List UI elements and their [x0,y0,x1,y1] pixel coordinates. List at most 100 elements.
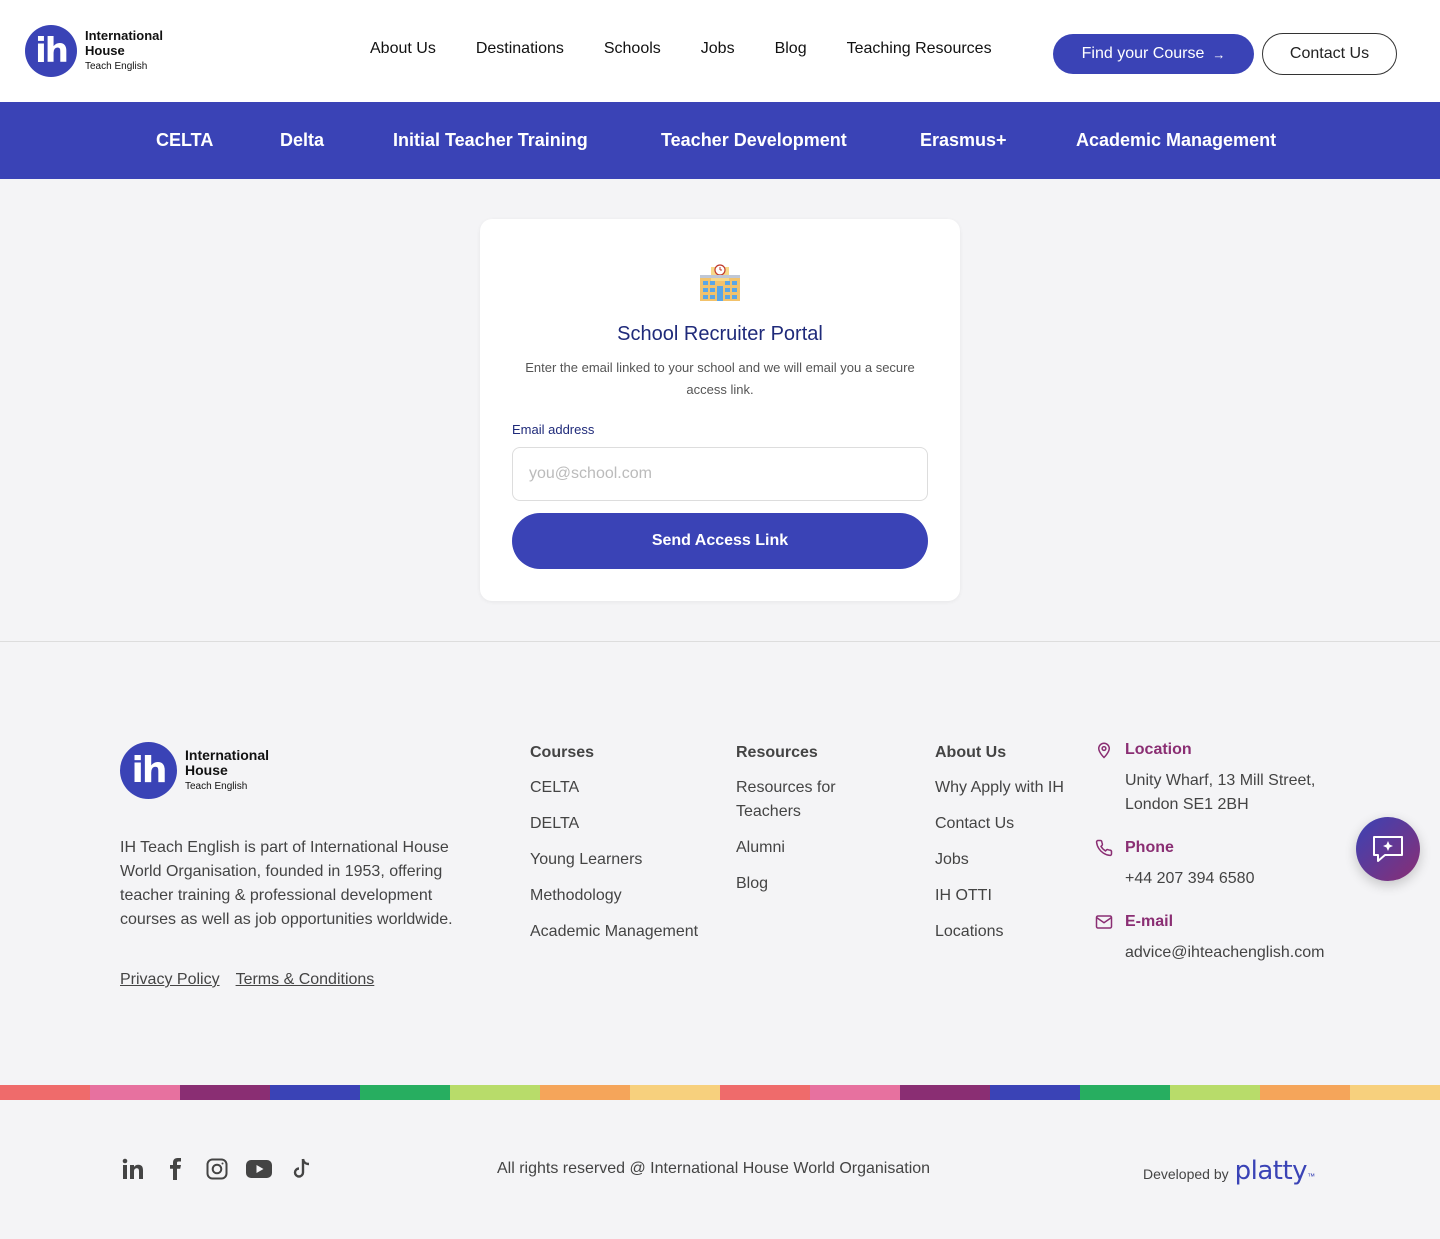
privacy-policy-link[interactable]: Privacy Policy [120,971,220,989]
linkedin-icon[interactable] [120,1156,146,1182]
phone-heading-label: Phone [1125,839,1174,856]
email-input[interactable] [512,447,928,501]
social-links [120,1156,330,1182]
ih-logo-mark: ih [25,25,77,77]
developer-credit[interactable]: Developed by platty ™ [1143,1156,1315,1186]
color-stripe [0,1085,1440,1100]
stripe-segment [810,1085,900,1100]
footer-heading-about-us: About Us [935,744,1007,761]
stripe-segment [1170,1085,1260,1100]
footer-link-methodology[interactable]: Methodology [530,884,720,908]
nav-jobs[interactable]: Jobs [701,40,735,58]
email-label: Email address [512,422,595,437]
chat-assistant-button[interactable] [1356,817,1420,881]
instagram-icon[interactable] [204,1156,230,1182]
logo-line-2: House [185,761,228,778]
footer-link-young-learners[interactable]: Young Learners [530,848,720,872]
phone-icon [1095,839,1113,857]
find-course-button[interactable]: Find your Course → [1053,34,1254,74]
send-access-link-button[interactable]: Send Access Link [512,513,928,569]
footer-about-column: About Us Why Apply with IH Contact Us Jo… [935,744,1085,956]
email-heading-label: E-mail [1125,913,1174,930]
youtube-icon[interactable] [246,1156,272,1182]
stripe-segment [180,1085,270,1100]
stripe-segment [900,1085,990,1100]
logo-line-1: International [185,746,270,763]
recruiter-portal-card: School Recruiter Portal Enter the email … [480,219,960,601]
trademark-mark: ™ [1307,1172,1316,1181]
school-building-icon [700,264,740,301]
nav-teaching-resources[interactable]: Teaching Resources [847,40,992,58]
subnav-academic-management[interactable]: Academic Management [1076,130,1276,151]
footer-link-contact-us[interactable]: Contact Us [935,812,1085,836]
find-course-label: Find your Course [1081,45,1205,62]
nav-blog[interactable]: Blog [775,40,807,58]
footer-heading-resources: Resources [736,744,818,761]
sub-nav: CELTA Delta Initial Teacher Training Tea… [0,102,1440,179]
footer-heading-courses: Courses [530,744,595,761]
footer-link-why-apply[interactable]: Why Apply with IH [935,776,1085,800]
stripe-segment [630,1085,720,1100]
subnav-erasmus[interactable]: Erasmus+ [920,130,1007,151]
main-nav: About Us Destinations Schools Jobs Blog … [370,40,1032,58]
logo-line-3: Teach English [185,780,248,792]
stripe-segment [360,1085,450,1100]
developer-logo: platty [1234,1156,1308,1186]
footer-link-alumni[interactable]: Alumni [736,836,876,860]
footer-link-delta[interactable]: DELTA [530,812,720,836]
footer-link-resources-for-teachers[interactable]: Resources for Teachers [736,776,876,824]
location-heading-label: Location [1125,741,1192,758]
nav-schools[interactable]: Schools [604,40,661,58]
stripe-segment [720,1085,810,1100]
phone-number[interactable]: +44 207 394 6580 [1125,867,1355,891]
chat-sparkle-icon [1373,836,1403,862]
bottom-bar: All rights reserved @ International Hous… [0,1100,1440,1239]
footer-link-celta[interactable]: CELTA [530,776,720,800]
footer-email: E-mail advice@ihteachenglish.com [1095,913,1355,965]
header-logo[interactable]: ih International House Teach English [25,25,163,77]
mail-icon [1095,915,1113,929]
portal-description: Enter the email linked to your school an… [525,360,915,397]
email-heading: E-mail [1095,913,1355,931]
tiktok-icon[interactable] [288,1156,314,1182]
stripe-segment [990,1085,1080,1100]
legal-links: Privacy Policy Terms & Conditions [120,971,390,989]
page-title: School Recruiter Portal [617,323,823,345]
subnav-initial-teacher-training[interactable]: Initial Teacher Training [393,130,588,151]
footer-link-academic-management[interactable]: Academic Management [530,920,720,944]
stripe-segment [90,1085,180,1100]
nav-destinations[interactable]: Destinations [476,40,564,58]
ih-logo-mark: ih [120,742,177,799]
stripe-segment [270,1085,360,1100]
footer-link-ih-otti[interactable]: IH OTTI [935,884,1085,908]
stripe-segment [450,1085,540,1100]
nav-about-us[interactable]: About Us [370,40,436,58]
developed-by-label: Developed by [1143,1166,1229,1182]
location-address: Unity Wharf, 13 Mill Street, London SE1 … [1125,772,1316,813]
subnav-teacher-development[interactable]: Teacher Development [661,130,847,151]
contact-us-button[interactable]: Contact Us [1262,33,1397,75]
stripe-segment [1350,1085,1440,1100]
subnav-celta[interactable]: CELTA [156,130,213,151]
footer-link-blog[interactable]: Blog [736,872,876,896]
email-address[interactable]: advice@ihteachenglish.com [1125,941,1355,965]
logo-line-3: Teach English [85,61,148,72]
footer-phone: Phone +44 207 394 6580 [1095,839,1355,891]
footer-link-locations[interactable]: Locations [935,920,1085,944]
stripe-segment [540,1085,630,1100]
location-heading: Location [1095,741,1325,759]
top-header: ih International House Teach English Abo… [0,0,1440,102]
footer-courses-column: Courses CELTA DELTA Young Learners Metho… [530,744,720,956]
terms-link[interactable]: Terms & Conditions [236,971,375,989]
stripe-segment [1260,1085,1350,1100]
facebook-icon[interactable] [162,1156,188,1182]
logo-line-2: House [85,43,125,58]
footer-logo[interactable]: ih International House Teach English [120,742,269,799]
footer-link-jobs[interactable]: Jobs [935,848,1085,872]
section-divider [0,641,1440,642]
stripe-segment [1080,1085,1170,1100]
logo-line-1: International [85,28,164,43]
phone-heading: Phone [1095,839,1355,857]
subnav-delta[interactable]: Delta [280,130,324,151]
logo-wordmark: International House Teach English [185,746,270,794]
